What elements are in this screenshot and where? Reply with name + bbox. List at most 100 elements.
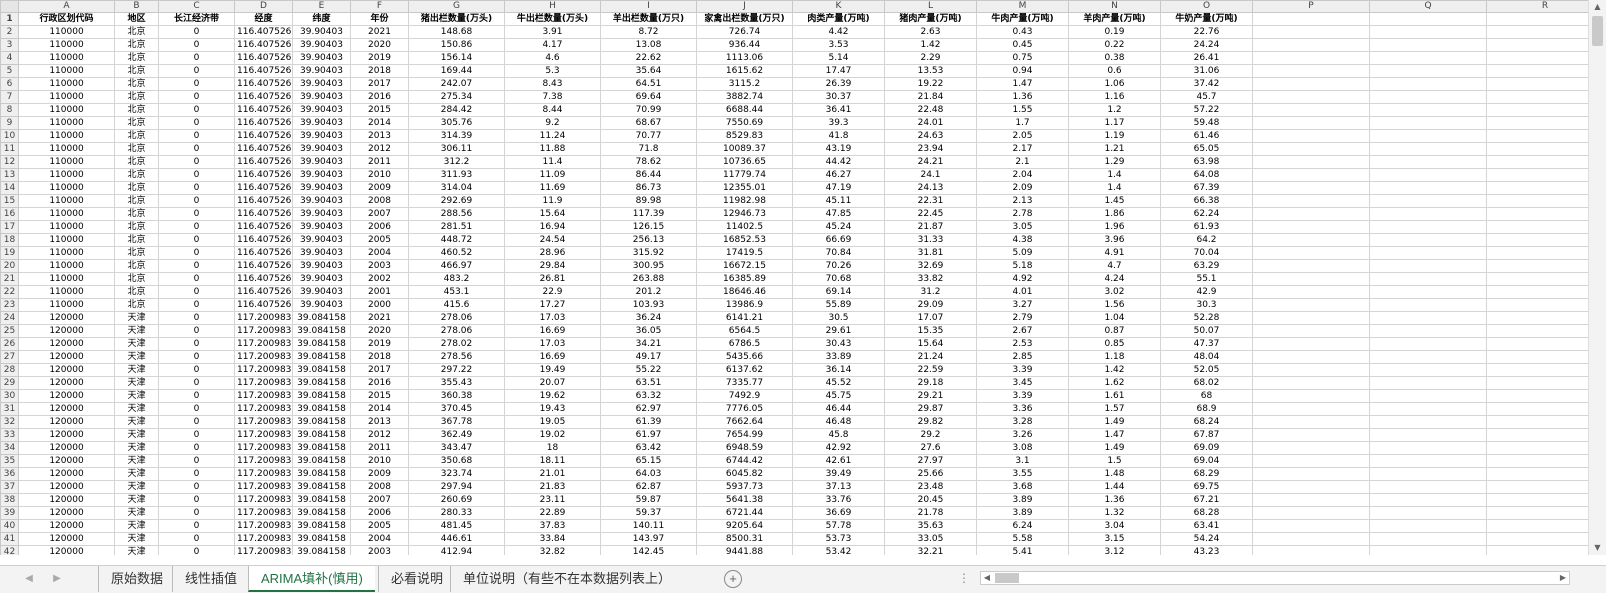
cell[interactable] bbox=[1369, 428, 1487, 442]
cell[interactable]: 2014 bbox=[350, 402, 409, 416]
cell[interactable]: 18 bbox=[504, 441, 601, 455]
cell[interactable]: 2014 bbox=[350, 116, 409, 130]
cell[interactable]: 32.69 bbox=[884, 259, 977, 273]
cell[interactable]: 169.44 bbox=[408, 64, 505, 78]
cell[interactable] bbox=[1369, 519, 1487, 533]
cell[interactable]: 43.19 bbox=[792, 142, 885, 156]
cell[interactable] bbox=[1486, 324, 1588, 338]
cell[interactable]: 45.52 bbox=[792, 376, 885, 390]
cell[interactable]: 20.45 bbox=[884, 493, 977, 507]
cell[interactable]: 275.34 bbox=[408, 90, 505, 104]
cell[interactable]: 69.75 bbox=[1160, 480, 1253, 494]
cell[interactable]: 21.83 bbox=[504, 480, 601, 494]
cell[interactable] bbox=[1486, 233, 1588, 247]
column-header-Q[interactable]: Q bbox=[1369, 0, 1487, 13]
scroll-thumb[interactable] bbox=[1592, 16, 1603, 46]
cell[interactable]: 天津 bbox=[114, 337, 159, 351]
cell[interactable]: 37.13 bbox=[792, 480, 885, 494]
cell[interactable]: 5.41 bbox=[976, 545, 1069, 555]
cell[interactable]: 0 bbox=[158, 545, 235, 555]
cell[interactable]: 59.48 bbox=[1160, 116, 1253, 130]
cell[interactable]: 63.41 bbox=[1160, 519, 1253, 533]
cell[interactable]: 39.084158 bbox=[292, 428, 351, 442]
cell[interactable]: 2008 bbox=[350, 480, 409, 494]
cell[interactable]: 17.03 bbox=[504, 311, 601, 325]
cell[interactable]: 67.21 bbox=[1160, 493, 1253, 507]
cell[interactable] bbox=[1486, 77, 1588, 91]
cell[interactable]: 3882.74 bbox=[696, 90, 793, 104]
cell[interactable]: 49.17 bbox=[600, 350, 697, 364]
column-title-cell[interactable]: 牛出栏数量(万头) bbox=[504, 12, 601, 26]
cell[interactable]: 116.407526 bbox=[234, 207, 293, 221]
cell[interactable]: 北京 bbox=[114, 64, 159, 78]
cell[interactable] bbox=[1252, 337, 1370, 351]
column-header-P[interactable]: P bbox=[1252, 0, 1370, 13]
cell[interactable] bbox=[1252, 415, 1370, 429]
cell[interactable] bbox=[1252, 454, 1370, 468]
cell[interactable]: 460.52 bbox=[408, 246, 505, 260]
cell[interactable]: 61.97 bbox=[600, 428, 697, 442]
scroll-down-icon[interactable]: ▼ bbox=[1589, 541, 1606, 555]
cell[interactable]: 343.47 bbox=[408, 441, 505, 455]
cell[interactable]: 116.407526 bbox=[234, 168, 293, 182]
cell[interactable]: 24.63 bbox=[884, 129, 977, 143]
cell[interactable] bbox=[1486, 142, 1588, 156]
cell[interactable]: 0.43 bbox=[976, 25, 1069, 39]
cell[interactable]: 62.97 bbox=[600, 402, 697, 416]
cell[interactable]: 117.200983 bbox=[234, 350, 293, 364]
cell[interactable]: 19.22 bbox=[884, 77, 977, 91]
cell[interactable]: 24.54 bbox=[504, 233, 601, 247]
cell[interactable]: 110000 bbox=[18, 207, 115, 221]
cell[interactable] bbox=[1252, 428, 1370, 442]
cell[interactable]: 0 bbox=[158, 532, 235, 546]
cell[interactable]: 292.69 bbox=[408, 194, 505, 208]
cell[interactable]: 6141.21 bbox=[696, 311, 793, 325]
cell[interactable]: 69.14 bbox=[792, 285, 885, 299]
column-header-A[interactable]: A bbox=[18, 0, 115, 13]
cell[interactable]: 北京 bbox=[114, 259, 159, 273]
cell[interactable]: 18.11 bbox=[504, 454, 601, 468]
cell[interactable]: 117.200983 bbox=[234, 415, 293, 429]
cell[interactable]: 32.82 bbox=[504, 545, 601, 555]
column-header-E[interactable]: E bbox=[292, 0, 351, 13]
cell[interactable]: 453.1 bbox=[408, 285, 505, 299]
cell[interactable]: 北京 bbox=[114, 38, 159, 52]
cell[interactable]: 0.94 bbox=[976, 64, 1069, 78]
cell[interactable]: 63.51 bbox=[600, 376, 697, 390]
cell[interactable]: 116.407526 bbox=[234, 90, 293, 104]
cell[interactable]: 37.83 bbox=[504, 519, 601, 533]
cell[interactable]: 120000 bbox=[18, 506, 115, 520]
cell[interactable] bbox=[1252, 389, 1370, 403]
cell[interactable]: 117.200983 bbox=[234, 324, 293, 338]
cell[interactable]: 11.9 bbox=[504, 194, 601, 208]
cell[interactable]: 448.72 bbox=[408, 233, 505, 247]
cell[interactable]: 北京 bbox=[114, 25, 159, 39]
cell[interactable] bbox=[1369, 480, 1487, 494]
scroll-right-icon[interactable]: ▶ bbox=[1557, 572, 1569, 584]
cell[interactable]: 16.69 bbox=[504, 350, 601, 364]
cell[interactable] bbox=[1252, 298, 1370, 312]
cell[interactable]: 0 bbox=[158, 428, 235, 442]
cell[interactable]: 2017 bbox=[350, 77, 409, 91]
cell[interactable]: 0 bbox=[158, 506, 235, 520]
column-title-cell[interactable]: 长江经济带 bbox=[158, 12, 235, 26]
cell[interactable]: 11.09 bbox=[504, 168, 601, 182]
cell[interactable] bbox=[1486, 220, 1588, 234]
cell[interactable] bbox=[1369, 142, 1487, 156]
cell[interactable]: 27.6 bbox=[884, 441, 977, 455]
cell[interactable]: 2.1 bbox=[976, 155, 1069, 169]
cell[interactable] bbox=[1369, 311, 1487, 325]
cell[interactable]: 117.200983 bbox=[234, 519, 293, 533]
cell[interactable]: 1.2 bbox=[1068, 103, 1161, 117]
cell[interactable]: 0 bbox=[158, 454, 235, 468]
cell[interactable]: 4.17 bbox=[504, 38, 601, 52]
cell[interactable]: 55.22 bbox=[600, 363, 697, 377]
cell[interactable] bbox=[1486, 129, 1588, 143]
cell[interactable]: 1.32 bbox=[1068, 506, 1161, 520]
cell[interactable]: 140.11 bbox=[600, 519, 697, 533]
cell[interactable]: 0 bbox=[158, 350, 235, 364]
cell[interactable]: 39.084158 bbox=[292, 389, 351, 403]
cell[interactable]: 350.68 bbox=[408, 454, 505, 468]
cell[interactable]: 33.82 bbox=[884, 272, 977, 286]
cell[interactable]: 1.21 bbox=[1068, 142, 1161, 156]
